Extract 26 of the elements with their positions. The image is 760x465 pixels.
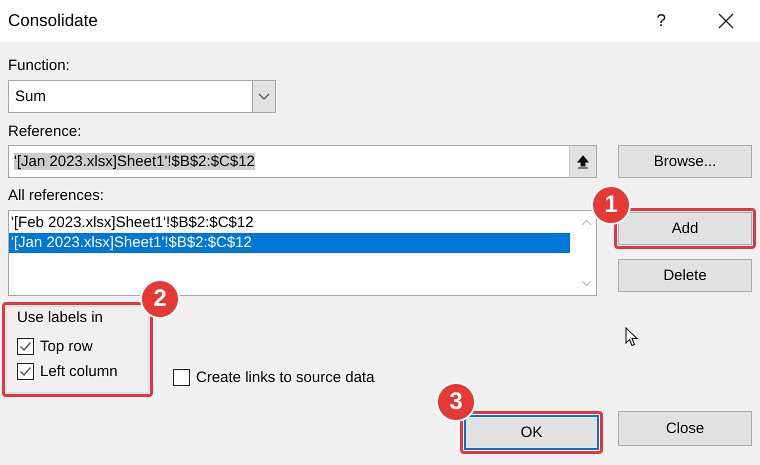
function-dropdown[interactable]: Sum [8, 80, 276, 113]
dialog-button[interactable]: OK [464, 415, 599, 450]
group-title: Use labels in [17, 308, 104, 328]
checkbox[interactable] [173, 369, 190, 386]
list-item[interactable]: '[Jan 2023.xlsx]Sheet1'!$B$2:$C$12 [9, 233, 570, 253]
mouse-cursor-icon [625, 327, 638, 347]
list-item[interactable]: '[Feb 2023.xlsx]Sheet1'!$B$2:$C$12 [9, 213, 570, 233]
field-label: Reference: [8, 122, 82, 142]
close-icon[interactable] [718, 13, 734, 29]
dialog-button[interactable]: Browse... [618, 145, 752, 178]
field-label: All references: [8, 186, 105, 206]
dialog-button[interactable]: Add [618, 212, 752, 245]
dialog-button[interactable]: Delete [618, 259, 752, 292]
chevron-down-icon [258, 92, 270, 100]
callout-badge: 1 [591, 185, 631, 225]
checkbox-label[interactable]: Top row [40, 338, 93, 355]
window-title: Consolidate [8, 11, 98, 31]
help-button[interactable]: ? [656, 11, 666, 31]
field-label: Function: [8, 56, 71, 76]
checkbox[interactable] [17, 338, 34, 355]
callout-badge: 2 [140, 279, 180, 319]
checkbox-label[interactable]: Left column [40, 363, 118, 380]
checkbox-label[interactable]: Create links to source data [196, 369, 374, 386]
callout-badge: 3 [436, 382, 476, 422]
checkbox[interactable] [17, 363, 34, 380]
dialog-button[interactable]: Close [618, 411, 752, 446]
